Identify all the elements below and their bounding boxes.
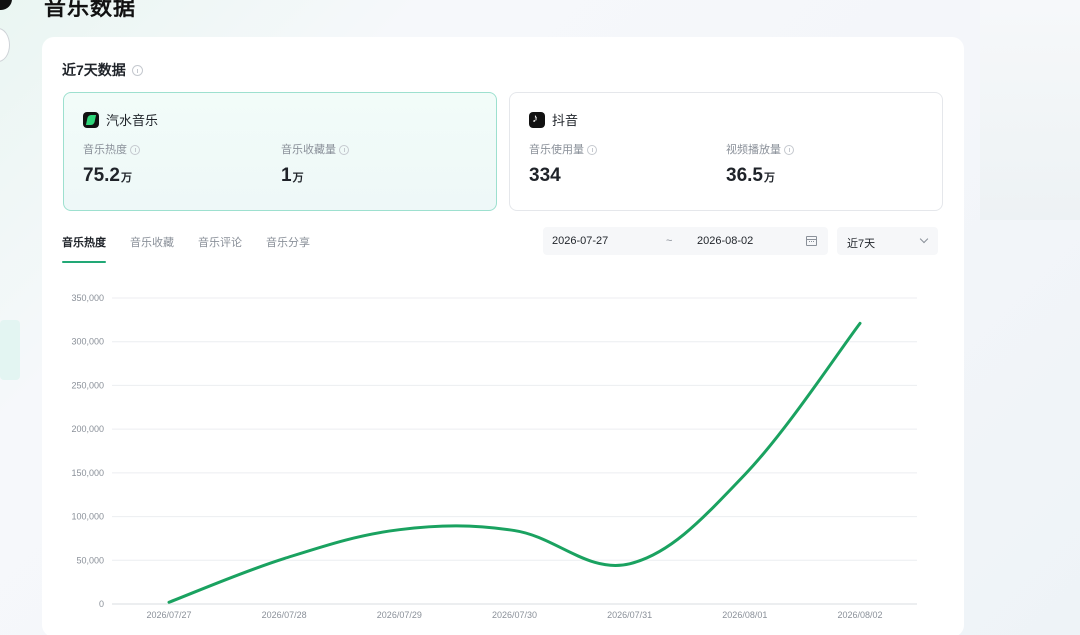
music-heat-line-chart: 350,000 300,000 250,000 200,000 150,000 100,0… bbox=[71, 293, 917, 620]
y-tick-label: 300,000 bbox=[71, 337, 104, 347]
x-tick-label: 2026/07/30 bbox=[492, 610, 537, 620]
x-tick-label: 2026/08/02 bbox=[837, 610, 882, 620]
y-tick-label: 50,000 bbox=[76, 555, 104, 565]
x-tick-label: 2026/07/29 bbox=[377, 610, 422, 620]
x-tick-label: 2026/08/01 bbox=[722, 610, 767, 620]
y-tick-label: 350,000 bbox=[71, 293, 104, 303]
x-tick-label: 2026/07/28 bbox=[262, 610, 307, 620]
y-tick-label: 100,000 bbox=[71, 512, 104, 522]
y-tick-label: 250,000 bbox=[71, 380, 104, 390]
x-tick-label: 2026/07/31 bbox=[607, 610, 652, 620]
y-tick-label: 150,000 bbox=[71, 468, 104, 478]
y-tick-label: 200,000 bbox=[71, 424, 104, 434]
x-tick-label: 2026/07/27 bbox=[146, 610, 191, 620]
y-tick-label: 0 bbox=[99, 599, 104, 609]
